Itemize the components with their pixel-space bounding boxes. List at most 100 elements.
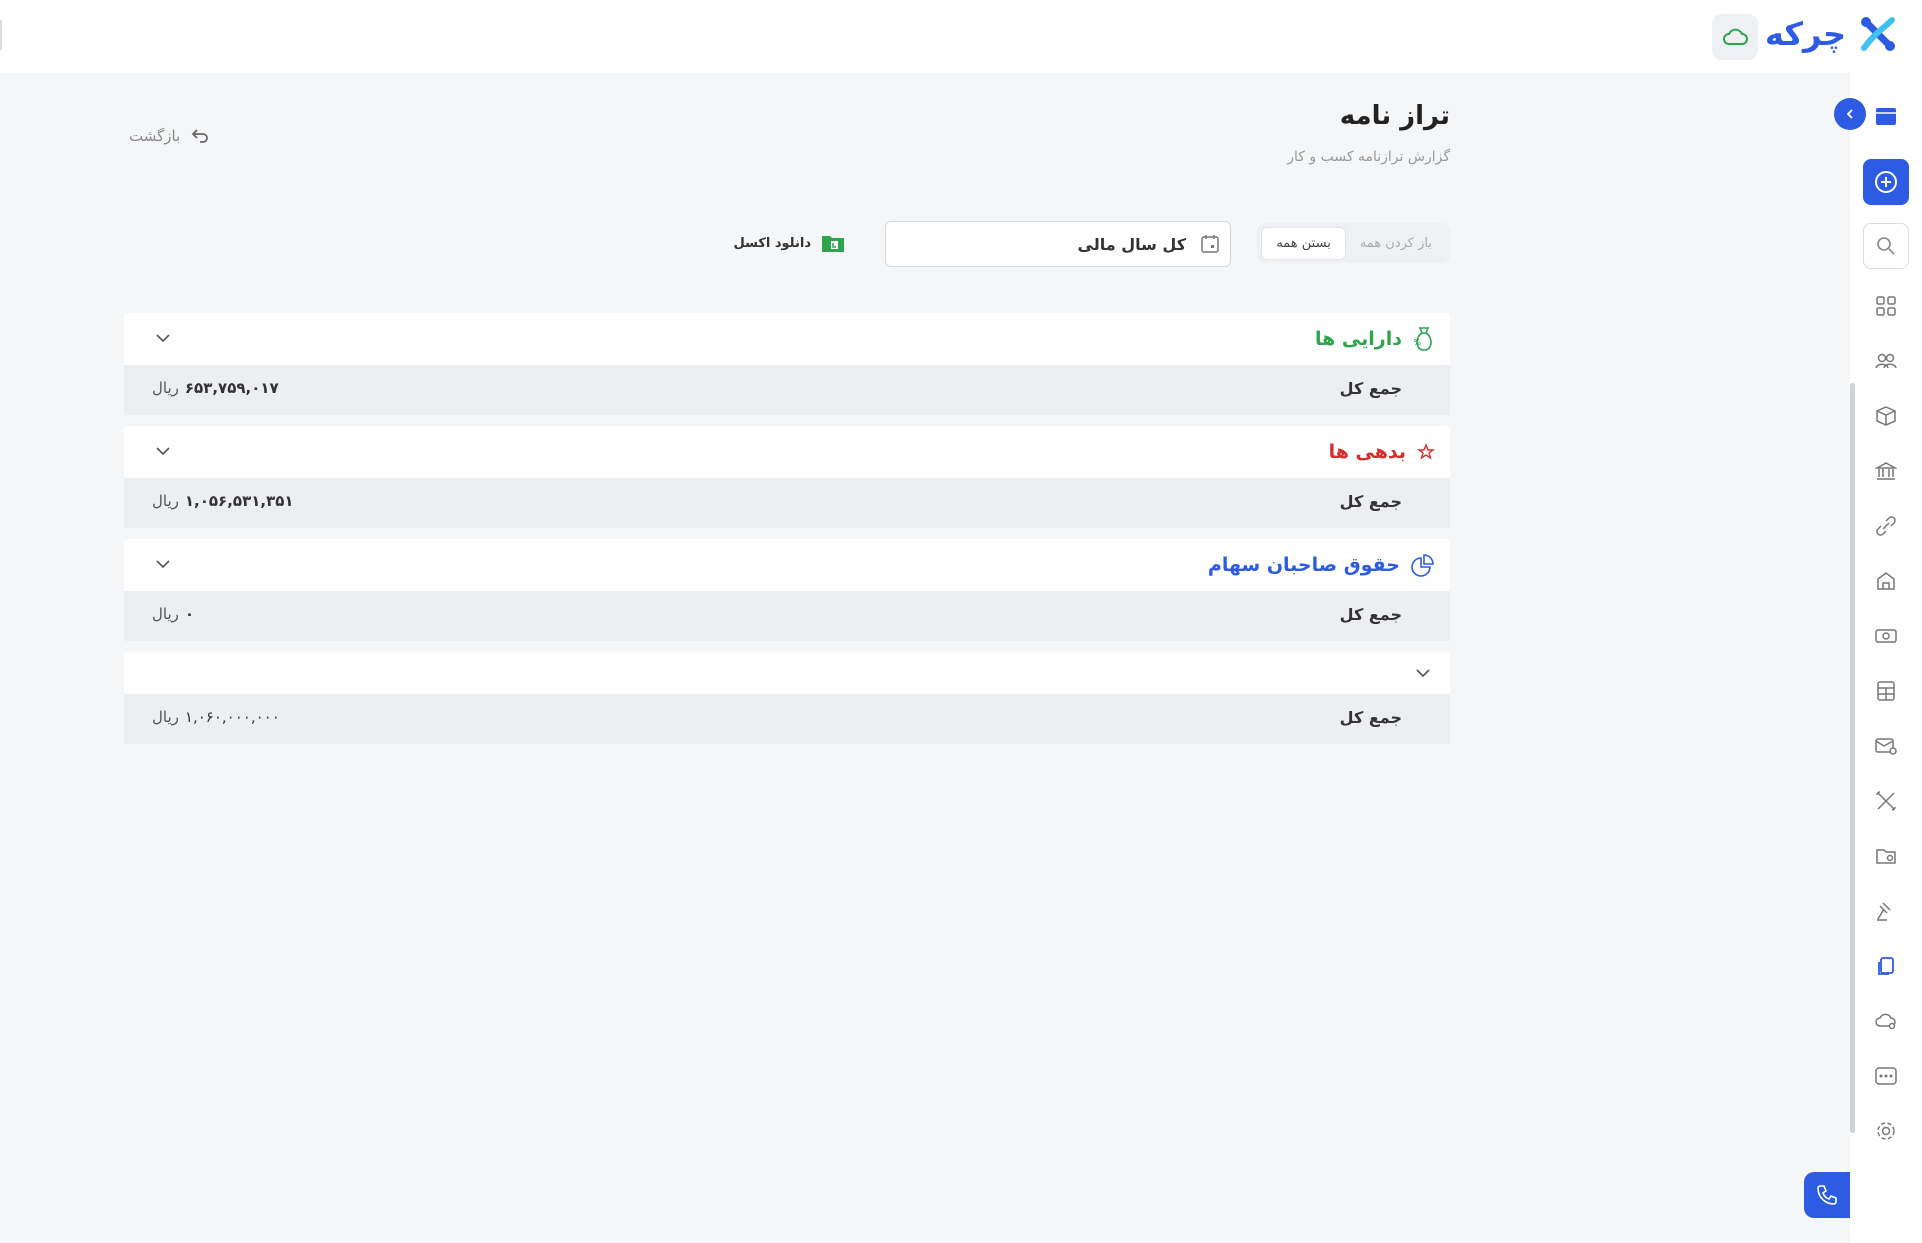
sidebar-item-people[interactable] — [1867, 342, 1905, 380]
page-subtitle: گزارش ترازنامه کسب و کار — [1287, 149, 1450, 165]
total-label: جمع کل — [1339, 379, 1402, 398]
phone-icon — [1817, 1185, 1837, 1205]
plus-circle-icon — [1875, 171, 1897, 193]
total-label: جمع کل — [1339, 492, 1402, 511]
chevron-down-icon[interactable] — [154, 555, 172, 573]
total-amount: ۱,۰۵۶,۵۳۱,۳۵۱ ریال — [152, 492, 294, 510]
sidebar-item-dashboard[interactable] — [1867, 287, 1905, 325]
chevron-down-icon[interactable] — [154, 442, 172, 460]
tools-icon — [1876, 791, 1896, 811]
pie-chart-icon — [1411, 554, 1434, 577]
sidebar-item-files[interactable] — [1867, 837, 1905, 875]
cloud-settings-icon — [1875, 1013, 1896, 1030]
section-grand-total-header[interactable] — [124, 652, 1450, 694]
sidebar-add-button[interactable] — [1863, 159, 1909, 205]
brand-logo[interactable]: چرکه — [1765, 14, 1900, 54]
section-assets: % دارایی ها جمع کل ۶۵۳,۷۵۹,۰۱۷ ریال — [124, 313, 1450, 415]
period-select-field[interactable]: کل سال مالی — [885, 221, 1231, 267]
warehouse-icon — [1877, 572, 1895, 590]
sidebar-item-reports[interactable] — [1867, 947, 1905, 985]
total-label: جمع کل — [1339, 708, 1402, 727]
sidebar-item-cheques[interactable] — [1867, 727, 1905, 765]
store-icon — [1876, 108, 1896, 125]
bank-icon — [1875, 462, 1897, 480]
sidebar-item-bank[interactable] — [1867, 452, 1905, 490]
period-value: کل سال مالی — [1077, 234, 1186, 254]
sidebar-collapse-button[interactable] — [1834, 98, 1866, 130]
top-bar: چرکه — [0, 0, 1922, 73]
sidebar-item-products[interactable] — [1867, 397, 1905, 435]
sidebar-item-calculator[interactable] — [1867, 672, 1905, 710]
sidebar-item-settings[interactable] — [1867, 1112, 1905, 1150]
back-label: بازگشت — [129, 127, 181, 145]
folder-icon — [1876, 849, 1896, 864]
section-equity: حقوق صاحبان سهام جمع کل ۰ ریال — [124, 539, 1450, 641]
section-liabilities-title: بدهی ها — [1328, 441, 1406, 463]
section-liabilities-header[interactable]: بدهی ها — [124, 426, 1450, 478]
users-icon — [1875, 353, 1897, 369]
amount-value: ۱,۰۶۰,۰۰۰,۰۰۰ — [184, 708, 280, 726]
sidebar-item-transactions[interactable] — [1867, 507, 1905, 545]
chevron-down-icon[interactable] — [1414, 664, 1432, 682]
section-assets-header[interactable]: % دارایی ها — [124, 313, 1450, 365]
undo-arrow-icon — [191, 129, 209, 143]
sidebar-item-cash[interactable] — [1867, 617, 1905, 655]
sidebar-item-tools[interactable] — [1867, 782, 1905, 820]
star-icon — [1416, 443, 1436, 460]
amount-value: ۶۵۳,۷۵۹,۰۱۷ — [184, 379, 279, 397]
search-icon — [1877, 237, 1895, 255]
grid-icon — [1876, 296, 1896, 316]
amount-value: ۱,۰۵۶,۵۳۱,۳۵۱ — [184, 492, 294, 510]
chevron-left-icon — [1846, 109, 1853, 119]
cloud-sync-button[interactable] — [1712, 14, 1758, 60]
chevron-down-icon[interactable] — [154, 329, 172, 347]
calendar-icon — [1201, 235, 1219, 253]
money-icon — [1875, 629, 1897, 643]
currency-label: ریال — [152, 379, 179, 397]
support-call-button[interactable] — [1804, 1172, 1850, 1218]
section-grand-total: جمع کل ۱,۰۶۰,۰۰۰,۰۰۰ ریال — [124, 652, 1450, 744]
brand-name: چرکه — [1765, 15, 1846, 53]
calculator-icon — [1877, 681, 1895, 701]
link-icon — [1876, 516, 1896, 536]
currency-label: ریال — [152, 492, 179, 510]
total-amount: ۰ ریال — [152, 605, 194, 623]
sidebar-item-warehouse[interactable] — [1867, 562, 1905, 600]
mail-settings-icon — [1875, 738, 1897, 755]
section-liabilities-total-row: جمع کل ۱,۰۵۶,۵۳۱,۳۵۱ ریال — [124, 478, 1450, 528]
section-equity-header[interactable]: حقوق صاحبان سهام — [124, 539, 1450, 591]
gear-icon — [1877, 1122, 1895, 1140]
amount-value: ۰ — [184, 605, 195, 623]
cloud-icon — [1723, 28, 1748, 45]
section-assets-total-row: جمع کل ۶۵۳,۷۵۹,۰۱۷ ریال — [124, 365, 1450, 415]
money-bag-icon: % — [1413, 327, 1432, 351]
sidebar-scrollbar[interactable] — [1850, 383, 1855, 1133]
sidebar — [1850, 73, 1922, 1243]
svg-text:%: % — [1413, 338, 1421, 347]
section-equity-title: حقوق صاحبان سهام — [1207, 554, 1400, 576]
window-edge — [0, 20, 2, 50]
gavel-icon — [1877, 902, 1891, 921]
sidebar-item-store[interactable] — [1867, 97, 1905, 135]
total-amount: ۱,۰۶۰,۰۰۰,۰۰۰ ریال — [152, 708, 280, 726]
sidebar-item-more[interactable] — [1867, 1057, 1905, 1095]
collapse-all-button[interactable]: بستن همه — [1261, 226, 1346, 260]
section-grand-total-row: جمع کل ۱,۰۶۰,۰۰۰,۰۰۰ ریال — [124, 694, 1450, 744]
sidebar-search-button[interactable] — [1863, 223, 1909, 269]
sidebar-item-legal[interactable] — [1867, 892, 1905, 930]
page-title: تراز نامه — [1339, 101, 1450, 131]
section-assets-title: دارایی ها — [1315, 328, 1402, 350]
expand-all-button[interactable]: باز کردن همه — [1346, 228, 1446, 259]
back-button[interactable]: بازگشت — [129, 127, 210, 145]
download-excel-button[interactable]: دانلود اکسل — [733, 233, 845, 253]
section-liabilities: بدهی ها جمع کل ۱,۰۵۶,۵۳۱,۳۵۱ ریال — [124, 426, 1450, 528]
total-label: جمع کل — [1339, 605, 1402, 624]
download-excel-label: دانلود اکسل — [733, 235, 811, 251]
box-icon — [1876, 406, 1896, 426]
brand-mark-icon — [1861, 17, 1895, 51]
sidebar-item-cloud[interactable] — [1867, 1002, 1905, 1040]
section-equity-total-row: جمع کل ۰ ریال — [124, 591, 1450, 641]
currency-label: ریال — [152, 708, 179, 726]
excel-folder-icon — [822, 236, 844, 252]
currency-label: ریال — [152, 605, 179, 623]
